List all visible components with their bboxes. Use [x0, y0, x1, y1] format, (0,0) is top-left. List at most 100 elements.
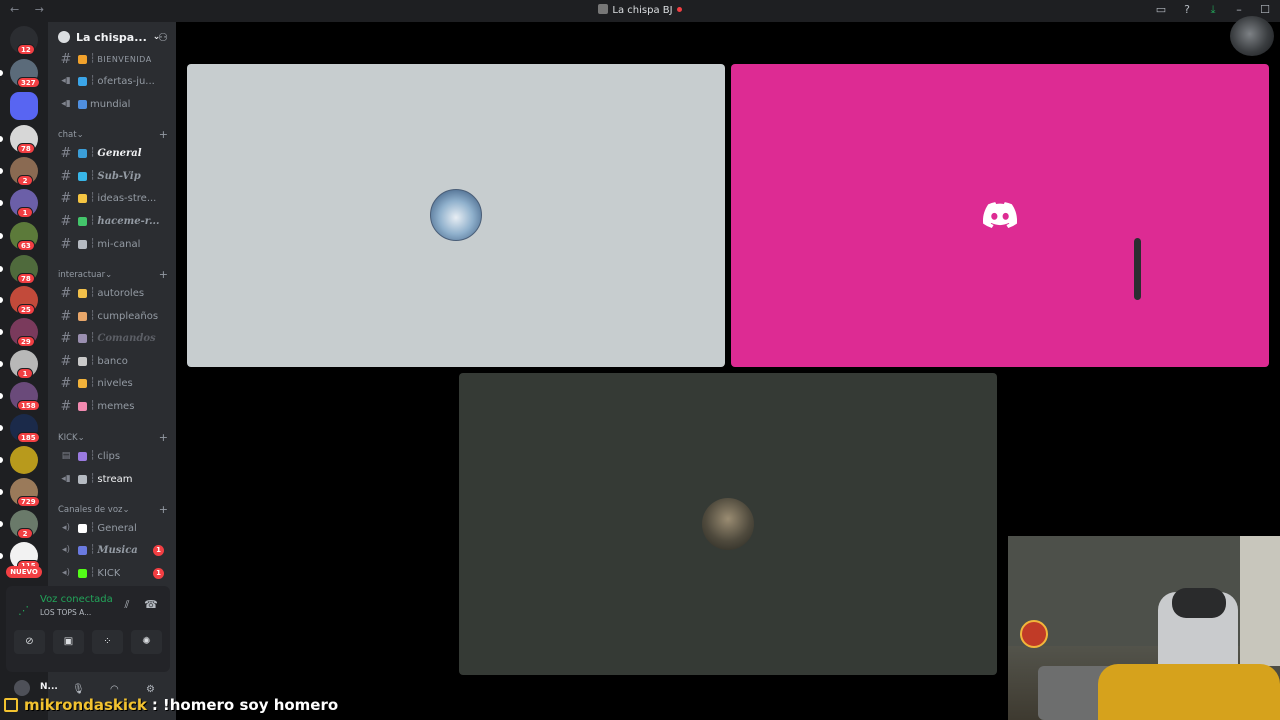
- activities-button[interactable]: ⁘: [92, 630, 123, 654]
- window-title: La chispa BJ: [0, 4, 1280, 16]
- channel-separator: ┆: [90, 239, 96, 249]
- channel-separator: ┆: [90, 333, 96, 343]
- channel-text[interactable]: # ┆ General: [54, 143, 170, 163]
- server-13-icon[interactable]: [10, 446, 38, 474]
- disconnect-icon[interactable]: ☎: [144, 598, 158, 612]
- channel-voice[interactable]: ◂) ┆ Musica 1: [54, 540, 170, 560]
- channel-separator: ┆: [90, 451, 96, 461]
- kick-badge-icon: [4, 698, 18, 712]
- screen-share-button[interactable]: ▣: [53, 630, 84, 654]
- channel-text[interactable]: # ┆ Sub-Vip: [54, 166, 170, 186]
- channel-name: mundial: [90, 98, 131, 110]
- channel-emoji-icon: [78, 545, 87, 555]
- server-header[interactable]: La chispa... ⌄ ⚇: [48, 22, 176, 52]
- title-bar-actions: ▭ ? ⤓ – ☐: [1154, 3, 1272, 17]
- add-channel-icon[interactable]: +: [159, 268, 168, 281]
- channel-text[interactable]: # ┆ cumpleaños: [54, 306, 170, 326]
- channel-name: mi-canal: [97, 238, 141, 250]
- channel-name: banco: [97, 355, 128, 367]
- help-icon[interactable]: ?: [1180, 3, 1194, 17]
- channel-text[interactable]: # ┆ mi-canal: [54, 234, 170, 254]
- channel-text[interactable]: # ┆ Comandos: [54, 328, 170, 348]
- channel-separator: ┆: [90, 193, 96, 203]
- noise-suppression-icon[interactable]: ⫽: [120, 598, 134, 612]
- channel-text[interactable]: # ┆ ideas-stre...: [54, 188, 170, 208]
- unread-pill: [0, 297, 3, 303]
- mention-badge: 158: [17, 400, 40, 411]
- channel-emoji-icon: [78, 378, 87, 388]
- invite-icon[interactable]: ⚇: [158, 31, 168, 44]
- channel-emoji-icon: [78, 54, 87, 64]
- channel-forum[interactable]: ▤ ┆ clips: [54, 446, 170, 466]
- chevron-down-icon: ⌄: [105, 270, 113, 280]
- category-header[interactable]: chat ⌄ +: [58, 128, 168, 141]
- channel-voice[interactable]: ◂) ┆ General: [54, 518, 170, 538]
- channel-separator: ┆: [90, 378, 96, 388]
- server-kick-icon[interactable]: [10, 92, 38, 120]
- megaphone-icon: ◂▮: [61, 99, 71, 109]
- channel-emoji-icon: [78, 76, 87, 86]
- voice-status[interactable]: Voz conectada: [40, 594, 113, 605]
- mention-badge: 1: [17, 207, 33, 218]
- channel-text[interactable]: # ┆ niveles: [54, 373, 170, 393]
- channel-name: ideas-stre...: [97, 192, 157, 204]
- channel-separator: ┆: [90, 76, 96, 86]
- megaphone-icon: ◂▮: [61, 474, 71, 484]
- unread-pill: [0, 361, 3, 367]
- channel-emoji-icon: [78, 333, 87, 343]
- category-header[interactable]: interactuar ⌄ +: [58, 268, 168, 281]
- channel-separator: ┆: [90, 148, 96, 158]
- unread-pill: [0, 521, 3, 527]
- mention-badge: 327: [17, 77, 40, 88]
- inbox-icon[interactable]: ▭: [1154, 3, 1168, 17]
- unread-pill: [0, 393, 3, 399]
- category-header[interactable]: Canales de voz ⌄ +: [58, 503, 168, 516]
- participant-avatar: [702, 498, 754, 550]
- maximize-icon[interactable]: ☐: [1258, 3, 1272, 17]
- channel-name: autoroles: [97, 287, 145, 299]
- speaker-icon: ◂): [61, 568, 71, 578]
- channel-announce[interactable]: ◂▮ ┆ stream: [54, 469, 170, 489]
- channel-name: stream: [97, 473, 133, 485]
- user-name[interactable]: N...: [40, 682, 58, 692]
- video-tile-user-3[interactable]: [459, 373, 997, 675]
- participant-avatar: [430, 189, 482, 241]
- channel-announce[interactable]: ◂▮ ┆ ofertas-ju...: [54, 71, 170, 91]
- channel-mention-badge: 1: [153, 567, 164, 579]
- category-header[interactable]: KICK ⌄ +: [58, 431, 168, 444]
- screen-share-icon: ▣: [63, 636, 74, 647]
- hash-icon: #: [60, 308, 72, 324]
- mention-badge: 78: [17, 273, 35, 284]
- channel-text[interactable]: # ┆ autoroles: [54, 283, 170, 303]
- add-channel-icon[interactable]: +: [159, 503, 168, 516]
- download-icon[interactable]: ⤓: [1206, 3, 1220, 17]
- webcam-neon-sign: [1020, 620, 1048, 648]
- hash-icon: #: [60, 285, 72, 301]
- speaker-icon: ◂): [61, 523, 71, 533]
- webcam-chair-headrest: [1172, 588, 1226, 618]
- channel-text[interactable]: # ┆ BIENVENIDA: [54, 49, 170, 69]
- signal-icon: ⋰: [18, 604, 29, 617]
- channel-emoji-icon: [78, 311, 87, 321]
- category-name: chat: [58, 130, 77, 140]
- hash-icon: #: [60, 330, 72, 346]
- video-tile-user-1[interactable]: [187, 64, 725, 367]
- channel-announce[interactable]: ◂▮ mundial: [54, 94, 170, 114]
- activities-icon: ⁘: [103, 636, 112, 647]
- window-title-text: La chispa BJ: [612, 5, 673, 16]
- add-channel-icon[interactable]: +: [159, 431, 168, 444]
- soundboard-button[interactable]: ✺: [131, 630, 162, 654]
- channel-text[interactable]: # ┆ memes: [54, 396, 170, 416]
- minimize-icon[interactable]: –: [1232, 3, 1246, 17]
- unread-pill: [0, 489, 3, 495]
- channel-voice[interactable]: ◂) ┆ KICK 1: [54, 563, 170, 583]
- video-tile-user-2[interactable]: [731, 64, 1269, 367]
- channel-text[interactable]: # ┆ haceme-r...: [54, 211, 170, 231]
- speaker-icon: ◂): [61, 545, 71, 555]
- channel-text[interactable]: # ┆ banco: [54, 351, 170, 371]
- speaking-indicator: [1134, 238, 1141, 300]
- camera-off-button[interactable]: ⊘: [14, 630, 45, 654]
- voice-channel-name[interactable]: LOS TOPS A...: [40, 608, 91, 617]
- add-channel-icon[interactable]: +: [159, 128, 168, 141]
- title-bar: ← → La chispa BJ ▭ ? ⤓ – ☐: [0, 0, 1280, 22]
